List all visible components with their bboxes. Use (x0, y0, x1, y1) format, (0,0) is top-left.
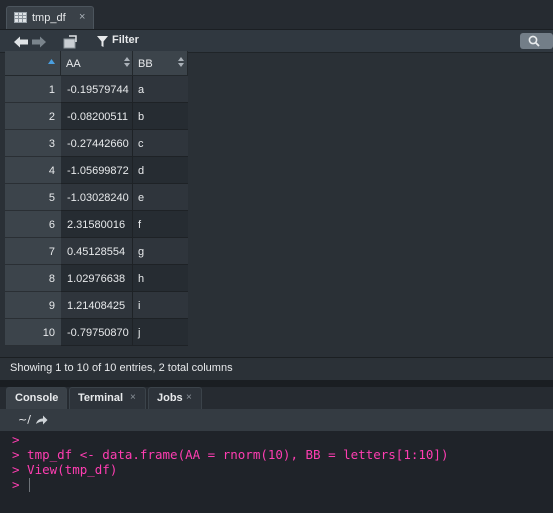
row-number: 3 (5, 130, 61, 157)
cell-aa: 2.31580016 (61, 211, 133, 238)
tab-label: Console (15, 392, 59, 404)
table-icon (14, 12, 27, 23)
cell-aa: 1.02976638 (61, 265, 133, 292)
sort-icon (124, 57, 130, 67)
console-line: > (12, 432, 20, 447)
row-number: 10 (5, 319, 61, 346)
working-directory-bar: ~/ (0, 409, 553, 432)
cell-bb: g (133, 238, 188, 265)
row-number: 4 (5, 157, 61, 184)
row-index-header[interactable] (5, 51, 61, 76)
close-icon[interactable]: × (186, 392, 192, 403)
cell-bb: d (133, 157, 188, 184)
column-header-label: BB (138, 58, 153, 70)
row-number: 1 (5, 76, 61, 103)
cell-bb: a (133, 76, 188, 103)
tab-label: Terminal (78, 392, 124, 404)
working-directory-label: ~/ (18, 413, 31, 426)
cell-bb: i (133, 292, 188, 319)
search-input[interactable] (520, 33, 553, 49)
cell-aa: -1.05699872 (61, 157, 133, 184)
tab-jobs[interactable]: Jobs × (148, 387, 202, 409)
cell-bb: e (133, 184, 188, 211)
tab-label: Jobs (157, 392, 183, 404)
tab-console[interactable]: Console (6, 387, 67, 409)
tab-title: tmp_df (32, 12, 66, 24)
cell-bb: h (133, 265, 188, 292)
filter-button[interactable]: Filter (112, 34, 139, 46)
cell-bb: c (133, 130, 188, 157)
close-icon[interactable]: × (130, 392, 136, 403)
search-icon (528, 35, 540, 47)
column-header-label: AA (66, 58, 81, 70)
row-number: 5 (5, 184, 61, 211)
close-icon[interactable]: × (79, 11, 85, 23)
filter-icon[interactable] (97, 36, 108, 48)
cell-aa: -0.08200511 (61, 103, 133, 130)
text-cursor (29, 478, 30, 492)
pane-splitter[interactable] (0, 380, 553, 387)
cell-aa: 1.21408425 (61, 292, 133, 319)
cell-bb: j (133, 319, 188, 346)
share-arrow-icon[interactable] (35, 415, 48, 425)
sort-icon (178, 57, 184, 67)
cell-aa: -1.03028240 (61, 184, 133, 211)
cell-aa: 0.45128554 (61, 238, 133, 265)
back-arrow-icon[interactable] (13, 35, 29, 49)
column-header-aa[interactable]: AA (61, 51, 133, 76)
cell-aa: -0.79750870 (61, 319, 133, 346)
column-header-bb[interactable]: BB (133, 51, 188, 76)
row-number: 9 (5, 292, 61, 319)
console-tabstrip: Console Terminal × Jobs × (0, 387, 553, 409)
sort-icon (48, 59, 55, 64)
console-line: > tmp_df <- data.frame(AA = rnorm(10), B… (12, 447, 449, 462)
row-number: 2 (5, 103, 61, 130)
cell-aa: -0.19579744 (61, 76, 133, 103)
tab-terminal[interactable]: Terminal × (69, 387, 146, 409)
popout-icon[interactable] (62, 35, 78, 49)
viewer-toolbar (0, 30, 553, 53)
row-number: 8 (5, 265, 61, 292)
row-number: 6 (5, 211, 61, 238)
entries-summary: Showing 1 to 10 of 10 entries, 2 total c… (10, 362, 233, 374)
cell-aa: -0.27442660 (61, 130, 133, 157)
cell-bb: b (133, 103, 188, 130)
forward-arrow-icon[interactable] (31, 35, 47, 49)
console-line: > View(tmp_df) (12, 462, 118, 477)
status-bar: Showing 1 to 10 of 10 entries, 2 total c… (0, 357, 553, 380)
tab-tmp-df[interactable]: tmp_df × (6, 6, 94, 29)
cell-bb: f (133, 211, 188, 238)
data-grid: AA BB 1 -0.19579744 a 2 -0.08200511 b 3 -0.2744… (5, 51, 188, 348)
console-prompt[interactable]: > (12, 477, 20, 492)
row-number: 7 (5, 238, 61, 265)
